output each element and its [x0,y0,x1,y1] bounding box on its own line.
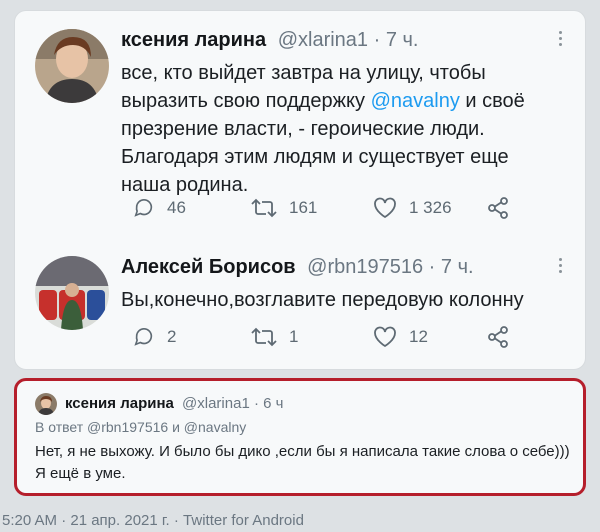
tweet-time[interactable]: 7 ч. [386,29,419,51]
like-count: 12 [409,327,428,346]
retweet-count: 161 [289,198,318,217]
in-reply-to[interactable]: В ответ @rbn197516 и @navalny [35,419,246,435]
tweet-text: Вы,конечно,возглавите передовую колонну [121,289,524,311]
separator: · [423,256,441,278]
share-icon [488,326,508,348]
separator: · [249,395,264,412]
like-icon [374,197,396,219]
author-handle[interactable]: @xlarina1 [278,29,368,51]
tweet-reply[interactable]: Алексей Борисов @rbn197516 · 7 ч. Вы,кон… [15,236,585,366]
tweet-time[interactable]: 6 ч [263,395,283,412]
reply-header: ксения ларина @xlarina1 · 6 ч [65,395,283,412]
author-name[interactable]: Алексей Борисов [121,256,296,278]
author-name[interactable]: ксения ларина [121,29,266,51]
reply-icon [134,327,153,346]
tweet-text: все, кто выйдет завтра на улицу, чтобы в… [121,59,551,199]
share-icon [488,197,508,219]
separator: · [368,29,386,51]
like-icon [374,326,396,348]
reply-count: 2 [167,327,177,346]
retweet-button[interactable]: 1 [251,326,298,348]
timestamp-footer: 5:20 AM · 21 апр. 2021 г. · Twitter for … [2,512,304,529]
avatar[interactable] [35,256,109,330]
reply-button[interactable]: 46 [133,197,186,219]
tweet-header: ксения ларина @xlarina1 · 7 ч. [121,29,418,52]
share-button[interactable] [487,326,509,348]
author-handle[interactable]: @xlarina1 [182,395,250,412]
like-count: 1 326 [409,198,452,217]
tweet-thread-card: ксения ларина @xlarina1 · 7 ч. все, кто … [14,10,586,370]
retweet-icon [251,327,277,347]
retweet-icon [251,198,277,218]
mention-link[interactable]: @navalny [371,90,460,112]
retweet-button[interactable]: 161 [251,197,317,219]
tweet-actions: 2 1 12 [133,326,523,350]
more-icon[interactable] [557,258,563,273]
share-button[interactable] [487,197,509,219]
author-handle[interactable]: @rbn197516 [307,256,423,278]
avatar[interactable] [35,393,57,415]
reply-count: 46 [167,198,186,217]
more-icon[interactable] [557,31,563,46]
like-button[interactable]: 12 [373,326,428,348]
reply-text: Нет, я не выхожу. И было бы дико ,если б… [35,443,570,482]
author-name[interactable]: ксения ларина [65,395,174,412]
highlighted-reply[interactable]: ксения ларина @xlarina1 · 6 ч В ответ @r… [14,378,586,496]
reply-button[interactable]: 2 [133,326,176,348]
tweet-time[interactable]: 7 ч. [441,256,474,278]
like-button[interactable]: 1 326 [373,197,452,219]
tweet-original[interactable]: ксения ларина @xlarina1 · 7 ч. все, кто … [15,11,585,231]
retweet-count: 1 [289,327,299,346]
tweet-header: Алексей Борисов @rbn197516 · 7 ч. [121,256,474,279]
reply-icon [134,198,153,217]
avatar[interactable] [35,29,109,103]
tweet-actions: 46 161 1 326 [133,197,523,221]
